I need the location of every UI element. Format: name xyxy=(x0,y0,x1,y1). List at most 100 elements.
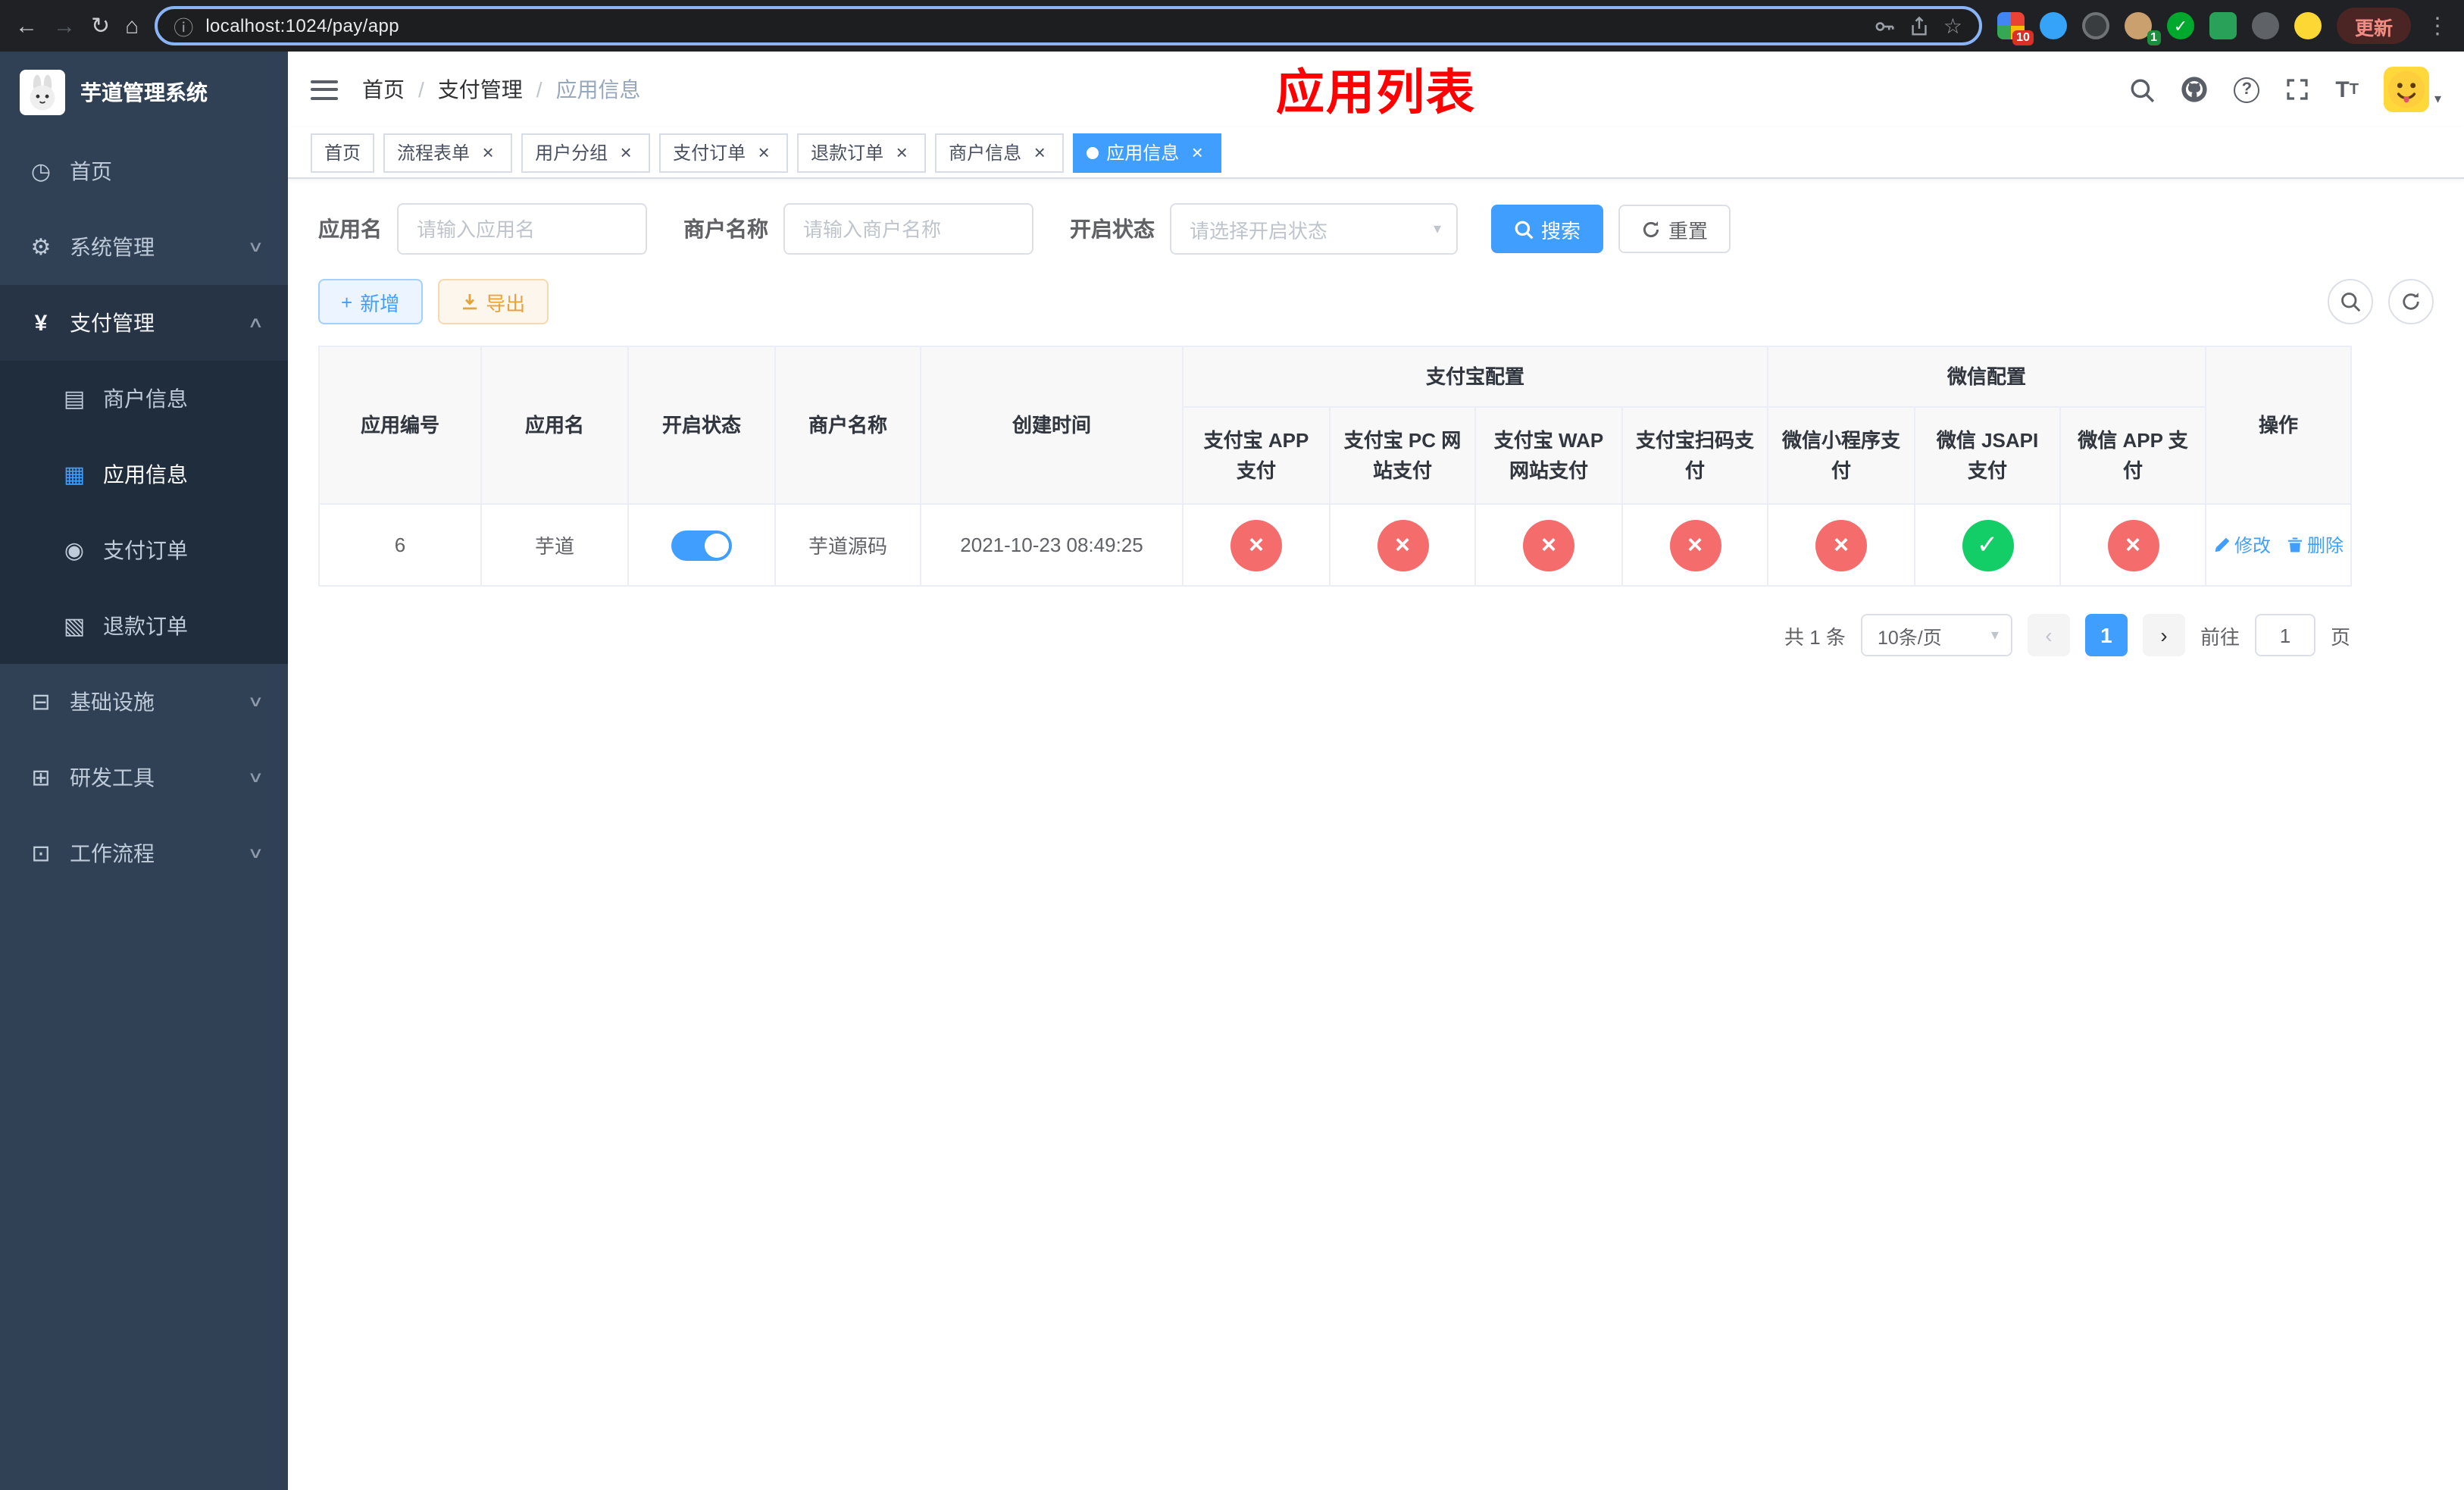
sidebar-item-app-info[interactable]: ▦ 应用信息 xyxy=(0,437,288,512)
close-icon[interactable]: × xyxy=(753,142,774,162)
yen-icon: ¥ xyxy=(34,310,48,336)
browser-menu-kebab-icon[interactable]: ⋮ xyxy=(2426,12,2449,39)
search-button[interactable]: 搜索 xyxy=(1491,205,1604,253)
extension-check-icon[interactable]: ✓ xyxy=(2166,12,2194,39)
extension-book-icon[interactable] xyxy=(2209,12,2237,39)
cell-merchant: 芋道源码 xyxy=(774,503,921,587)
search-icon[interactable] xyxy=(2129,77,2155,102)
close-icon[interactable]: × xyxy=(1187,142,1208,162)
status-select[interactable]: 请选择开启状态 ▾ xyxy=(1170,203,1458,255)
sidebar-item-payment[interactable]: ¥ 支付管理 ∧ xyxy=(0,285,288,361)
delete-button[interactable]: 删除 xyxy=(2286,532,2344,558)
sidebar-item-pay-order[interactable]: ◉ 支付订单 xyxy=(0,512,288,588)
browser-update-button[interactable]: 更新 xyxy=(2336,8,2411,44)
chevron-up-icon: ∧ xyxy=(246,315,264,331)
edit-button[interactable]: 修改 xyxy=(2213,532,2271,558)
site-info-icon[interactable]: ⓘ xyxy=(174,11,193,40)
extension-emoji-icon[interactable] xyxy=(2294,12,2322,39)
export-button[interactable]: 导出 xyxy=(437,279,549,324)
goto-page-input[interactable] xyxy=(2254,614,2315,656)
sidebar-item-label: 首页 xyxy=(70,159,112,183)
tab-refund-order[interactable]: 退款订单 × xyxy=(797,133,927,172)
merchant-name-input[interactable] xyxy=(783,203,1033,255)
config-status-icon: ✓ xyxy=(1962,519,2014,571)
filter-form: 应用名 商户名称 开启状态 请选择开启状态 ▾ 搜索 重置 xyxy=(318,203,2434,255)
address-bar[interactable]: ⓘ localhost:1024/pay/app ☆ xyxy=(154,6,1982,45)
close-icon[interactable]: × xyxy=(1029,142,1050,162)
page-size-select[interactable]: 10条/页 ▾ xyxy=(1860,614,2012,656)
config-status-icon: × xyxy=(1669,519,1721,571)
extension-avatar-icon[interactable]: 1 xyxy=(2124,12,2161,45)
prev-page-button[interactable]: ‹ xyxy=(2027,614,2070,656)
sidebar-item-infra[interactable]: ⊟ 基础设施 ∨ xyxy=(0,664,288,740)
font-size-icon[interactable]: TT xyxy=(2335,77,2359,102)
extension-dark-icon[interactable] xyxy=(2081,12,2109,39)
app-logo[interactable]: 芋道管理系统 xyxy=(0,52,288,133)
page-number-button[interactable]: 1 xyxy=(2084,614,2128,656)
refresh-icon[interactable] xyxy=(2388,279,2434,324)
bookmark-star-icon[interactable]: ☆ xyxy=(1943,13,1962,39)
close-icon[interactable]: × xyxy=(477,142,499,162)
browser-home-button[interactable]: ⌂ xyxy=(125,14,139,37)
group-alipay-config: 支付宝配置 xyxy=(1181,346,1769,408)
help-icon[interactable]: ? xyxy=(2234,77,2260,102)
sidebar: 芋道管理系统 ◷ 首页 ⚙ 系统管理 ∨ ¥ 支付管理 ∧ ▤ 商户信息 ▦ 应… xyxy=(0,52,288,1490)
share-icon[interactable] xyxy=(1909,14,1931,37)
navbar: 首页 / 支付管理 / 应用信息 应用列表 ? T T ▾ xyxy=(288,52,2464,127)
browser-forward-button[interactable]: → xyxy=(53,14,76,37)
sidebar-item-system[interactable]: ⚙ 系统管理 ∨ xyxy=(0,209,288,285)
merchant-name-label: 商户名称 xyxy=(683,217,768,241)
browser-toolbar: ← → ↻ ⌂ ⓘ localhost:1024/pay/app ☆ 10 1 … xyxy=(0,0,2464,52)
extension-drop-icon[interactable] xyxy=(2039,12,2067,39)
app-name-input[interactable] xyxy=(397,203,647,255)
breadcrumb: 首页 / 支付管理 / 应用信息 xyxy=(362,74,641,105)
goto-label: 前往 xyxy=(2200,625,2240,648)
toggle-search-icon[interactable] xyxy=(2328,279,2373,324)
caret-down-icon: ▾ xyxy=(2434,91,2441,106)
fullscreen-icon[interactable] xyxy=(2285,77,2309,102)
table-toolbar: + 新增 导出 xyxy=(318,279,2434,324)
close-icon[interactable]: × xyxy=(615,142,636,162)
add-button[interactable]: + 新增 xyxy=(318,279,423,324)
tab-process-form[interactable]: 流程表单 × xyxy=(383,133,513,172)
sidebar-toggle-icon[interactable] xyxy=(311,80,338,99)
enabled-switch[interactable] xyxy=(671,530,732,560)
gear-icon: ⚙ xyxy=(30,235,52,261)
breadcrumb-separator: / xyxy=(536,77,543,102)
reset-button[interactable]: 重置 xyxy=(1618,205,1731,253)
extensions-puzzle-icon[interactable] xyxy=(2251,12,2279,39)
tab-home[interactable]: 首页 xyxy=(311,133,375,172)
col-alipay-qr: 支付宝扫码支付 xyxy=(1621,406,1769,505)
close-icon[interactable]: × xyxy=(891,142,912,162)
breadcrumb-payment[interactable]: 支付管理 xyxy=(438,74,523,105)
github-icon[interactable] xyxy=(2181,76,2208,103)
breadcrumb-home[interactable]: 首页 xyxy=(362,74,405,105)
tab-app-info[interactable]: 应用信息 × xyxy=(1073,133,1222,172)
sidebar-item-workflow[interactable]: ⊡ 工作流程 ∨ xyxy=(0,815,288,891)
breadcrumb-current: 应用信息 xyxy=(555,77,641,102)
sidebar-item-merchant-info[interactable]: ▤ 商户信息 xyxy=(0,361,288,437)
tab-user-group[interactable]: 用户分组 × xyxy=(521,133,651,172)
sidebar-item-label: 基础设施 xyxy=(70,690,155,714)
app-grid-icon: ▦ xyxy=(63,462,86,488)
cell-app-name: 芋道 xyxy=(480,503,629,587)
sidebar-item-label: 退款订单 xyxy=(103,614,188,638)
caret-down-icon: ▾ xyxy=(1433,221,1441,237)
extension-apps-icon[interactable]: 10 xyxy=(1997,12,2034,45)
user-avatar xyxy=(2384,67,2430,112)
browser-reload-button[interactable]: ↻ xyxy=(91,14,110,37)
col-alipay-wap: 支付宝 WAP 网站支付 xyxy=(1474,406,1623,505)
sidebar-item-devtools[interactable]: ⊞ 研发工具 ∨ xyxy=(0,740,288,815)
goto-unit: 页 xyxy=(2330,625,2350,648)
browser-back-button[interactable]: ← xyxy=(15,14,38,37)
tab-merchant-info[interactable]: 商户信息 × xyxy=(935,133,1065,172)
next-page-button[interactable]: › xyxy=(2142,614,2185,656)
cell-created: 2021-10-23 08:49:25 xyxy=(920,503,1184,587)
user-menu[interactable]: ▾ xyxy=(2384,67,2441,112)
caret-down-icon: ▾ xyxy=(1990,627,1999,643)
sidebar-item-home[interactable]: ◷ 首页 xyxy=(0,133,288,209)
sidebar-item-refund-order[interactable]: ▧ 退款订单 xyxy=(0,588,288,664)
col-wechat-mini: 微信小程序支付 xyxy=(1767,406,1916,505)
tab-pay-order[interactable]: 支付订单 × xyxy=(659,133,789,172)
password-key-icon[interactable] xyxy=(1874,14,1896,37)
